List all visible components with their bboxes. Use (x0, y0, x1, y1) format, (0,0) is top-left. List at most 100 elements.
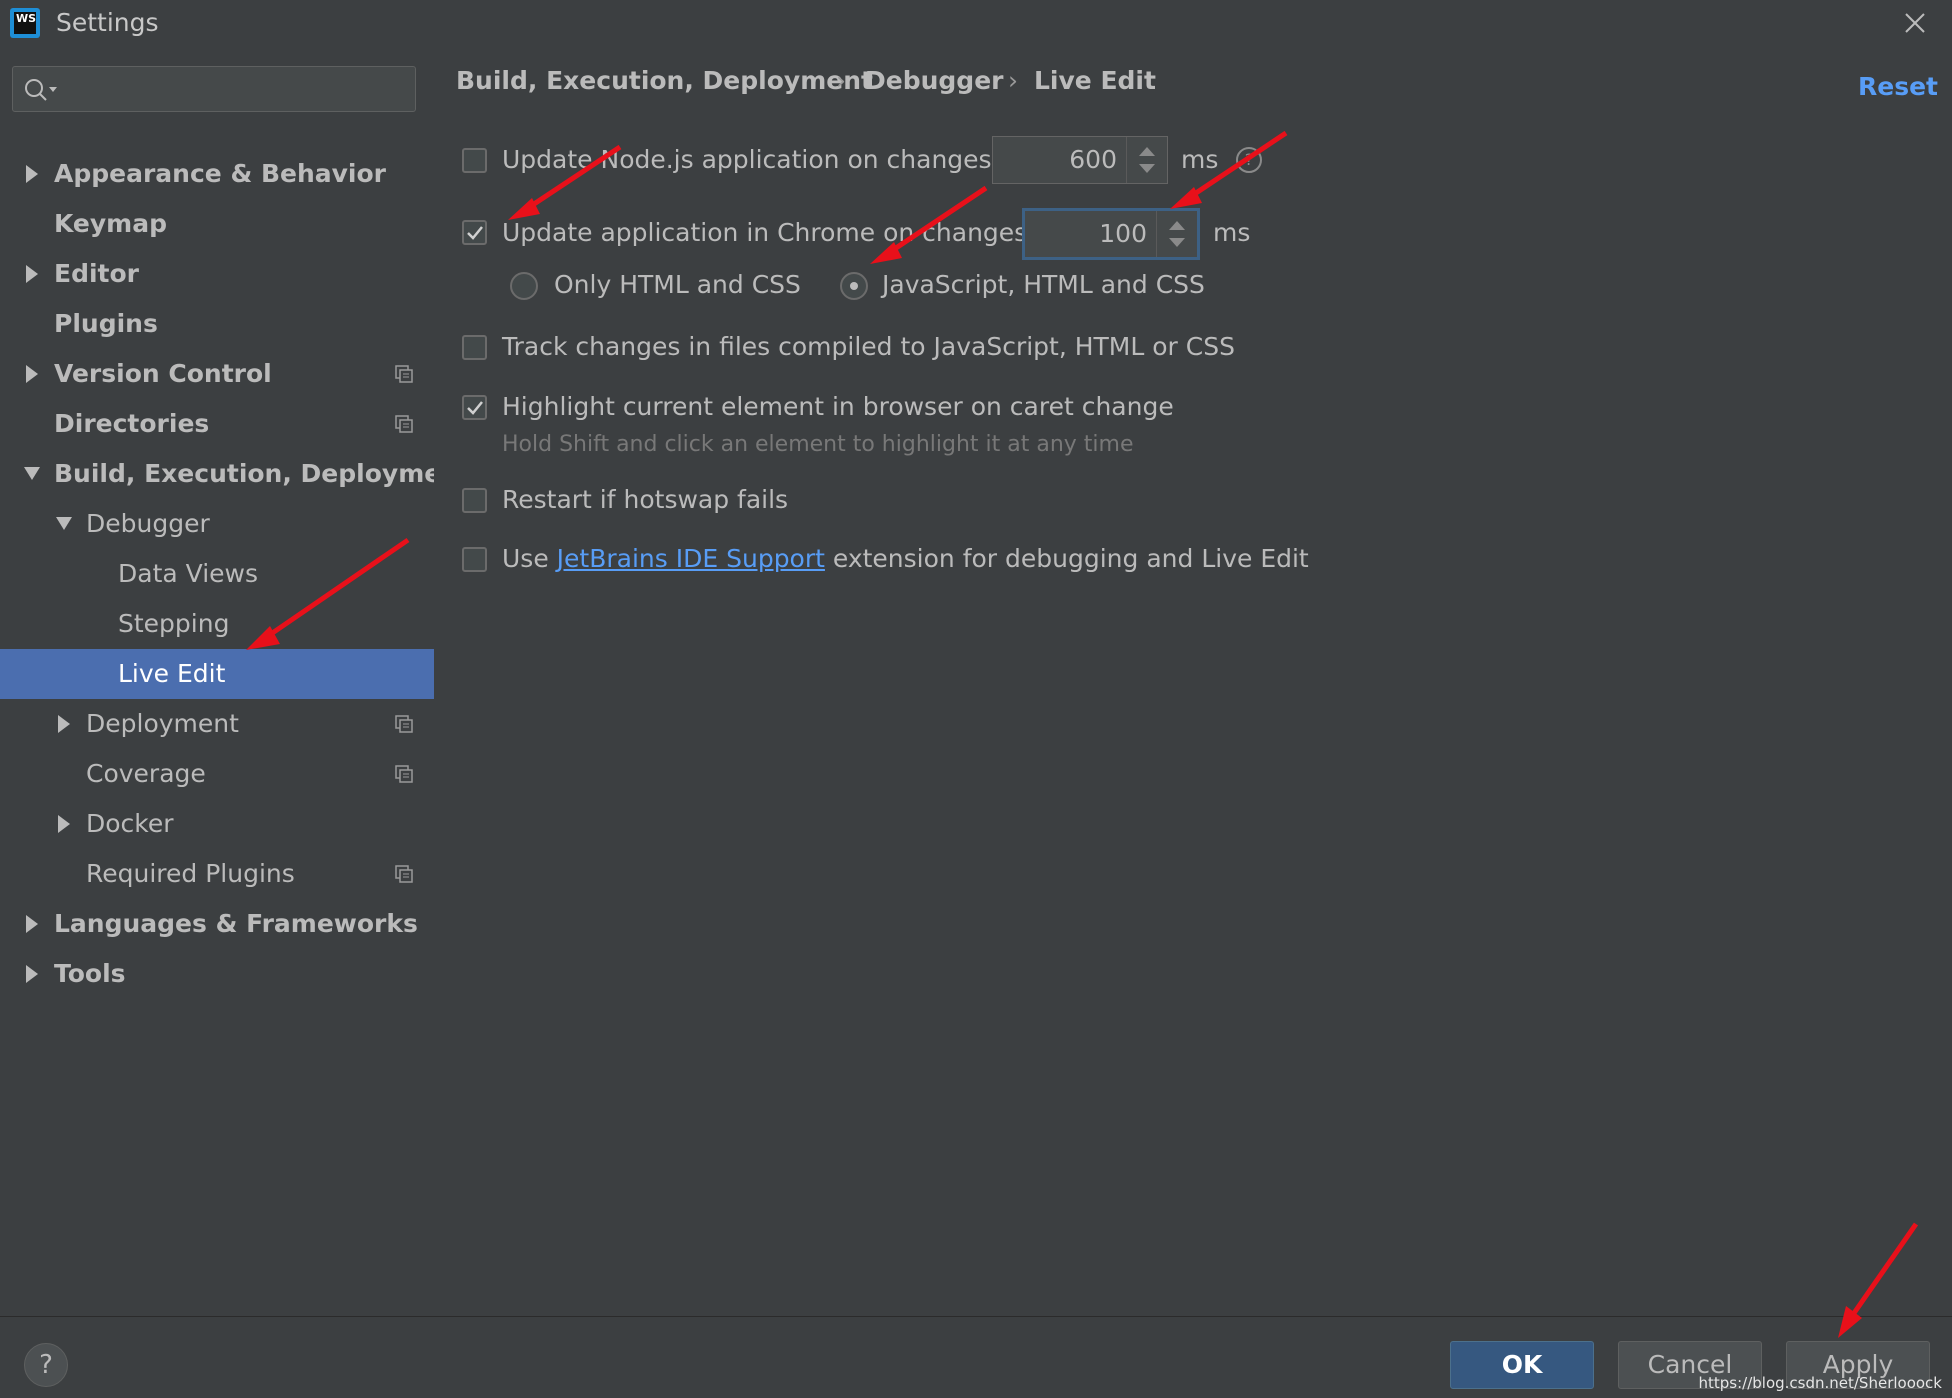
sidebar-item-label: Docker (86, 809, 174, 838)
sidebar-item-keymap[interactable]: Keymap (0, 199, 434, 249)
chevron-right-icon[interactable] (54, 699, 74, 749)
breadcrumb-live-edit: Live Edit (1034, 66, 1156, 95)
sidebar-item-label: Coverage (86, 759, 206, 788)
sidebar-item-coverage[interactable]: Coverage (0, 749, 434, 799)
project-settings-icon (395, 365, 413, 383)
sidebar-item-label: Debugger (86, 509, 210, 538)
title-bar: WS Settings (0, 0, 1952, 46)
node-update-ms-value[interactable]: 600 (1069, 145, 1117, 174)
app-icon-text: WS (14, 12, 36, 34)
node-update-checkbox[interactable] (462, 148, 487, 173)
track-changes-label: Track changes in files compiled to JavaS… (502, 332, 1235, 361)
chevron-down-icon[interactable] (54, 499, 74, 549)
radio-js-html-css[interactable] (840, 272, 868, 300)
sidebar-item-label: Version Control (54, 359, 272, 388)
search-icon (25, 79, 57, 101)
chevron-down-icon[interactable] (22, 449, 42, 499)
breadcrumb-debugger[interactable]: Debugger (865, 66, 1003, 95)
project-settings-icon (395, 415, 413, 433)
help-icon[interactable]: ? (1236, 147, 1262, 173)
checkmark-icon (467, 226, 483, 240)
use-extension-suffix: extension for debugging and Live Edit (832, 544, 1309, 573)
sidebar-item-label: Editor (54, 259, 139, 288)
sidebar-item-version-control[interactable]: Version Control (0, 349, 434, 399)
radio-js-html-css-label: JavaScript, HTML and CSS (882, 270, 1205, 299)
sidebar-item-debugger[interactable]: Debugger (0, 499, 434, 549)
chevron-right-icon[interactable] (22, 249, 42, 299)
sidebar-item-label: Languages & Frameworks (54, 909, 418, 938)
checkmark-icon (467, 401, 483, 415)
node-update-ms-spinner[interactable]: 600 (992, 136, 1168, 184)
chrome-update-checkbox[interactable] (462, 220, 487, 245)
chevron-right-icon[interactable] (22, 149, 42, 199)
chrome-update-unit: ms (1213, 218, 1251, 247)
chevron-right-icon[interactable] (22, 349, 42, 399)
sidebar-item-label: Live Edit (118, 659, 226, 688)
sidebar-item-label: Stepping (118, 609, 230, 638)
project-settings-icon (395, 765, 413, 783)
chevron-right-icon[interactable] (22, 949, 42, 999)
sidebar-item-directories[interactable]: Directories (0, 399, 434, 449)
spinner-down-icon[interactable] (1169, 238, 1185, 247)
highlight-element-checkbox[interactable] (462, 395, 487, 420)
sidebar-item-required-plugins[interactable]: Required Plugins (0, 849, 434, 899)
webstorm-app-icon: WS (10, 8, 40, 38)
sidebar-item-label: Build, Execution, Deployment (54, 459, 471, 488)
settings-content: Build, Execution, Deployment › Debugger … (434, 46, 1952, 1316)
track-changes-checkbox[interactable] (462, 335, 487, 360)
use-extension-label: Use JetBrains IDE Support extension for … (502, 544, 1309, 573)
highlight-hint: Hold Shift and click an element to highl… (502, 432, 1134, 457)
highlight-element-label: Highlight current element in browser on … (502, 392, 1174, 421)
close-icon[interactable] (1900, 8, 1930, 38)
spinner-down-icon[interactable] (1139, 164, 1155, 173)
sidebar-item-live-edit[interactable]: Live Edit (0, 649, 434, 699)
sidebar-item-label: Appearance & Behavior (54, 159, 386, 188)
sidebar-item-docker[interactable]: Docker (0, 799, 434, 849)
sidebar-item-label: Plugins (54, 309, 158, 338)
sidebar-item-appearance-behavior[interactable]: Appearance & Behavior (0, 149, 434, 199)
breadcrumb-separator: › (836, 66, 846, 95)
sidebar-item-data-views[interactable]: Data Views (0, 549, 434, 599)
reset-link[interactable]: Reset (1858, 72, 1938, 101)
node-update-label: Update Node.js application on changes in (502, 145, 1023, 174)
sidebar-item-plugins[interactable]: Plugins (0, 299, 434, 349)
sidebar-item-deployment[interactable]: Deployment (0, 699, 434, 749)
chevron-right-icon[interactable] (54, 799, 74, 849)
project-settings-icon (395, 865, 413, 883)
settings-sidebar: Appearance & Behavior Keymap Editor Plugins… (0, 46, 471, 1316)
chrome-update-ms-spinner[interactable]: 100 (1022, 208, 1200, 260)
sidebar-item-label: Deployment (86, 709, 239, 738)
spinner-up-icon[interactable] (1169, 221, 1185, 230)
radio-selected-dot (850, 282, 858, 290)
search-input[interactable] (12, 66, 416, 112)
chevron-right-icon[interactable] (22, 899, 42, 949)
sidebar-item-label: Data Views (118, 559, 258, 588)
radio-only-html-css[interactable] (510, 272, 538, 300)
sidebar-item-label: Required Plugins (86, 859, 295, 888)
sidebar-item-tools[interactable]: Tools (0, 949, 434, 999)
use-extension-prefix: Use (502, 544, 549, 573)
radio-only-html-css-label: Only HTML and CSS (554, 270, 801, 299)
dialog-footer: ? OK Cancel Apply https://blog.csdn.net/… (0, 1316, 1952, 1398)
sidebar-item-languages-frameworks[interactable]: Languages & Frameworks (0, 899, 434, 949)
breadcrumb-separator: › (1008, 66, 1018, 95)
restart-hotswap-checkbox[interactable] (462, 488, 487, 513)
chrome-update-label: Update application in Chrome on changes … (502, 218, 1058, 247)
ok-button[interactable]: OK (1450, 1341, 1594, 1389)
project-settings-icon (395, 715, 413, 733)
use-extension-checkbox[interactable] (462, 547, 487, 572)
sidebar-item-label: Keymap (54, 209, 168, 238)
chrome-update-ms-value[interactable]: 100 (1099, 219, 1147, 248)
watermark: https://blog.csdn.net/Sherlooock (1698, 1374, 1942, 1392)
sidebar-item-label: Directories (54, 409, 210, 438)
sidebar-item-label: Tools (54, 959, 126, 988)
jetbrains-ide-support-link[interactable]: JetBrains IDE Support (557, 544, 825, 573)
restart-hotswap-label: Restart if hotswap fails (502, 485, 789, 514)
sidebar-item-stepping[interactable]: Stepping (0, 599, 434, 649)
window-title: Settings (56, 8, 159, 37)
breadcrumb-build[interactable]: Build, Execution, Deployment (456, 66, 873, 95)
sidebar-item-editor[interactable]: Editor (0, 249, 434, 299)
spinner-up-icon[interactable] (1139, 147, 1155, 156)
help-button[interactable]: ? (24, 1343, 68, 1387)
sidebar-item-build-execution-deployment[interactable]: Build, Execution, Deployment (0, 449, 471, 499)
